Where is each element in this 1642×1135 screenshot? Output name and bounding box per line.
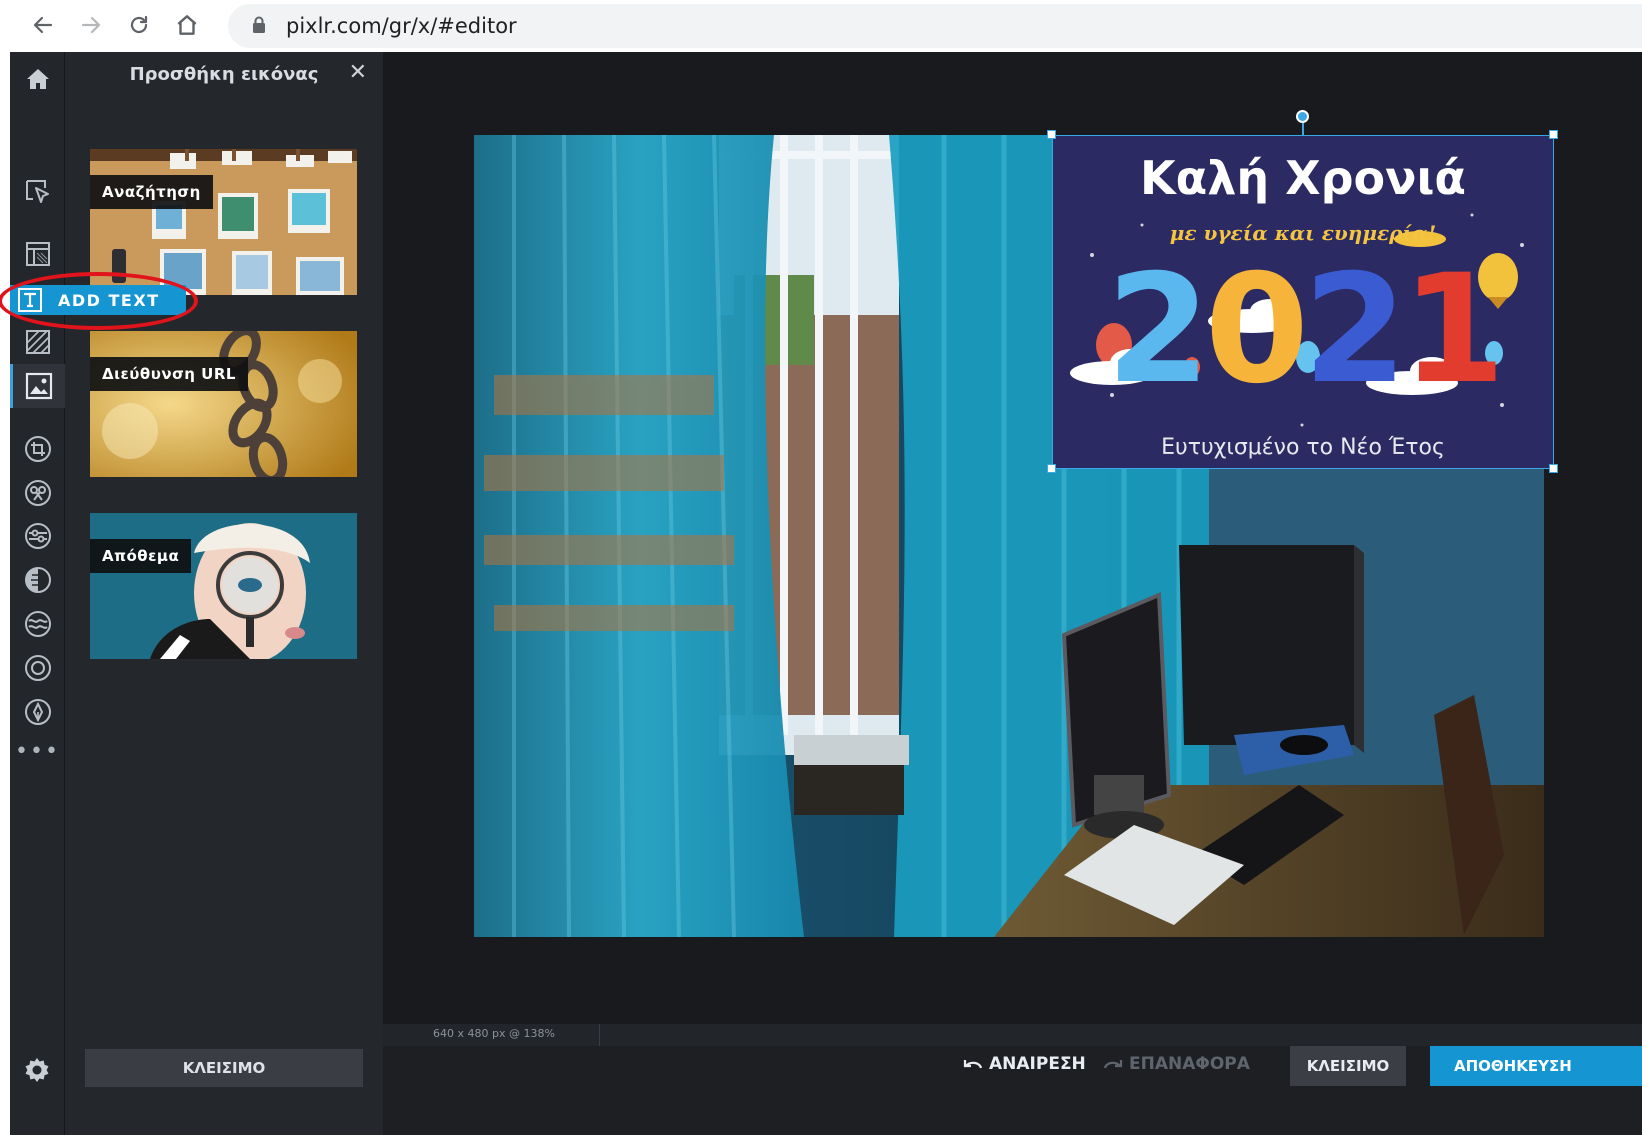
resize-handle-br[interactable] bbox=[1549, 464, 1558, 473]
canvas-area: Καλή Χρονιά με υγεία και ευημερία! 2021 … bbox=[383, 52, 1642, 1024]
reload-icon[interactable] bbox=[122, 8, 156, 42]
stock-card-label: Απόθεμα bbox=[90, 539, 192, 573]
year-digit-1: 2 bbox=[1106, 243, 1210, 417]
year-digit-4: 1 bbox=[1401, 243, 1505, 417]
year-digit-3: 2 bbox=[1303, 243, 1407, 417]
resize-handle-bl[interactable] bbox=[1047, 464, 1056, 473]
save-button[interactable]: ΑΠΟΘΗΚΕΥΣΗ bbox=[1430, 1046, 1642, 1086]
close-icon[interactable]: ✕ bbox=[349, 62, 367, 84]
undo-label: ΑΝΑΙΡΕΣΗ bbox=[989, 1054, 1086, 1074]
panel-title: Προσθήκη εικόνας bbox=[129, 64, 319, 85]
cutout-icon[interactable] bbox=[10, 471, 65, 515]
panel-close-button[interactable]: ΚΛΕΙΣΙΜΟ bbox=[85, 1049, 363, 1087]
home-icon[interactable] bbox=[10, 57, 65, 101]
search-card-label: Αναζήτηση bbox=[90, 175, 213, 209]
browser-toolbar: pixlr.com/gr/x/#editor bbox=[0, 0, 1642, 52]
more-tools-button[interactable]: ••• bbox=[10, 741, 65, 763]
stock-card[interactable]: Απόθεμα bbox=[90, 513, 357, 659]
forward-arrow-icon[interactable] bbox=[74, 8, 108, 42]
redo-icon bbox=[1103, 1060, 1123, 1069]
resize-handle-tr[interactable] bbox=[1549, 130, 1558, 139]
tool-sidebar: ••• bbox=[10, 52, 65, 1135]
add-image-panel: Προσθήκη εικόνας ✕ Αναζήτηση Διεύθυνση U… bbox=[65, 52, 383, 1135]
undo-button[interactable]: ΑΝΑΙΡΕΣΗ bbox=[963, 1054, 1086, 1074]
home-icon[interactable] bbox=[170, 8, 204, 42]
settings-icon[interactable] bbox=[22, 1055, 52, 1089]
focus-icon[interactable] bbox=[10, 646, 65, 690]
adjust-icon[interactable] bbox=[10, 514, 65, 558]
redo-button[interactable]: ΕΠΑΝΑΦΟΡΑ bbox=[1103, 1054, 1250, 1074]
back-arrow-icon[interactable] bbox=[26, 8, 60, 42]
rotate-handle[interactable] bbox=[1296, 110, 1309, 123]
lock-icon bbox=[252, 16, 266, 38]
url-text: pixlr.com/gr/x/#editor bbox=[286, 14, 517, 38]
overlay-footer: Ευτυχισμένο το Νέο Έτος bbox=[1161, 435, 1445, 460]
resize-handle-tl[interactable] bbox=[1047, 130, 1056, 139]
url-card-label: Διεύθυνση URL bbox=[90, 357, 248, 391]
bottom-action-bar: ΑΝΑΙΡΕΣΗ ΕΠΑΝΑΦΟΡΑ ΚΛΕΙΣΙΜΟ ΑΠΟΘΗΚΕΥΣΗ bbox=[383, 1046, 1642, 1135]
overlay-year: 2021 bbox=[1052, 235, 1554, 425]
status-bar: 640 x 480 px @ 138% bbox=[383, 1024, 1642, 1046]
layout-icon[interactable] bbox=[10, 232, 65, 276]
liquify-icon[interactable] bbox=[10, 602, 65, 646]
overlay-title: Καλή Χρονιά bbox=[1140, 151, 1466, 205]
crop-icon[interactable] bbox=[10, 427, 65, 471]
new-year-overlay[interactable]: Καλή Χρονιά με υγεία και ευημερία! 2021 … bbox=[1052, 135, 1554, 469]
canvas-size-status: 640 x 480 px @ 138% bbox=[433, 1027, 555, 1040]
url-card[interactable]: Διεύθυνση URL bbox=[90, 331, 357, 477]
address-bar[interactable]: pixlr.com/gr/x/#editor bbox=[228, 4, 1642, 48]
filter-icon[interactable] bbox=[10, 558, 65, 602]
status-divider bbox=[599, 1024, 600, 1046]
arrange-icon[interactable] bbox=[10, 170, 65, 214]
stock-thumbnail bbox=[90, 513, 357, 659]
draw-icon[interactable] bbox=[10, 690, 65, 734]
annotation-circle bbox=[0, 272, 198, 330]
close-button[interactable]: ΚΛΕΙΣΙΜΟ bbox=[1290, 1046, 1406, 1086]
image-icon[interactable] bbox=[10, 364, 65, 408]
undo-icon bbox=[963, 1060, 983, 1069]
year-digit-2: 0 bbox=[1204, 243, 1309, 417]
redo-label: ΕΠΑΝΑΦΟΡΑ bbox=[1129, 1054, 1250, 1074]
pixlr-editor: ••• Προσθήκη εικόνας ✕ Αναζήτηση Διεύθυν… bbox=[0, 52, 1642, 1135]
url-thumbnail bbox=[90, 331, 357, 477]
